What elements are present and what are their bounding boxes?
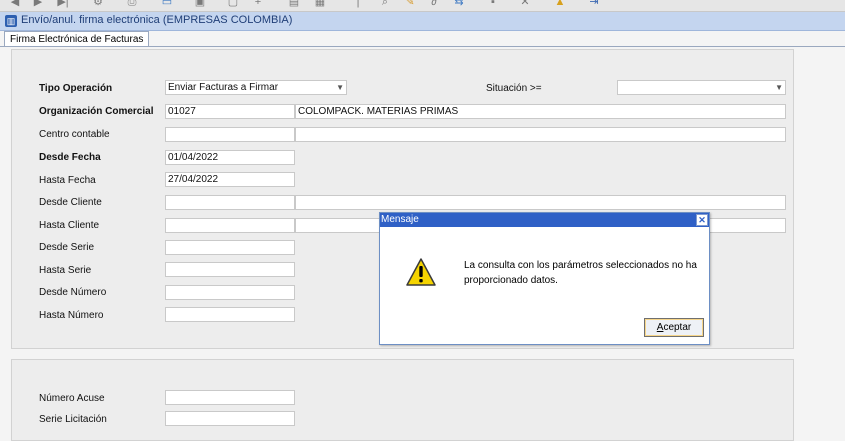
numero-acuse-label: Número Acuse	[39, 393, 105, 404]
dialog-title: Mensaje	[381, 214, 419, 225]
chevron-down-icon: ▼	[336, 83, 344, 92]
numero-acuse-input[interactable]	[165, 390, 295, 405]
desde-fecha-label: Desde Fecha	[39, 152, 101, 163]
desde-fecha-input[interactable]: 01/04/2022	[165, 150, 295, 165]
desde-numero-label: Desde Número	[39, 287, 107, 298]
hasta-fecha-label: Hasta Fecha	[39, 175, 96, 186]
hasta-numero-input[interactable]	[165, 307, 295, 322]
desde-cliente-name-input[interactable]	[295, 195, 786, 210]
lock-icon[interactable]: ▲	[553, 0, 567, 8]
hasta-numero-label: Hasta Número	[39, 310, 104, 321]
desde-serie-label: Desde Serie	[39, 242, 95, 253]
add-icon[interactable]: +	[251, 0, 265, 8]
attach-icon[interactable]: ∂	[427, 0, 441, 8]
print-icon[interactable]: ⎙	[125, 0, 139, 8]
close-icon[interactable]: ✕	[696, 214, 708, 226]
transfer-icon[interactable]: ⇆	[452, 0, 466, 8]
window-titlebar: ▥ Envío/anul. firma electrónica (EMPRESA…	[0, 12, 845, 31]
organizacion-name-input[interactable]: COLOMPACK. MATERIAS PRIMAS	[295, 104, 786, 119]
exit-icon[interactable]: ⇥	[587, 0, 601, 8]
hasta-fecha-input[interactable]: 27/04/2022	[165, 172, 295, 187]
tab-firma-electronica[interactable]: Firma Electrónica de Facturas	[4, 31, 150, 47]
situacion-label: Situación >=	[486, 83, 542, 94]
hasta-serie-input[interactable]	[165, 262, 295, 277]
acuse-panel	[11, 359, 794, 441]
tipo-operacion-select[interactable]: Enviar Facturas a Firmar ▼	[165, 80, 347, 95]
serie-licitacion-input[interactable]	[165, 411, 295, 426]
delete-icon[interactable]: ▦	[313, 0, 327, 8]
dialog-titlebar: Mensaje ✕	[380, 213, 709, 227]
desde-serie-input[interactable]	[165, 240, 295, 255]
warning-icon	[406, 258, 436, 286]
organizacion-code-input[interactable]: 01027	[165, 104, 295, 119]
window-title: Envío/anul. firma electrónica (EMPRESAS …	[21, 14, 293, 26]
accept-button[interactable]: Aceptar	[644, 318, 704, 337]
monitor-icon[interactable]: ▭	[160, 0, 174, 8]
prev-icon[interactable]: ◀	[8, 0, 22, 8]
hasta-cliente-label: Hasta Cliente	[39, 220, 100, 231]
pencil-icon[interactable]: ✎	[403, 0, 417, 8]
paste-icon[interactable]: ▢	[226, 0, 240, 8]
hasta-cliente-code-input[interactable]	[165, 218, 295, 233]
desde-cliente-label: Desde Cliente	[39, 197, 102, 208]
serie-licitacion-label: Serie Licitación	[39, 414, 107, 425]
app-icon: ▥	[5, 15, 17, 27]
centro-contable-name-input[interactable]	[295, 127, 786, 142]
dialog-message: La consulta con los parámetros seleccion…	[464, 260, 697, 286]
search-icon[interactable]: ⌕	[378, 0, 392, 8]
accept-label: ceptar	[663, 322, 692, 333]
toolbar: ◀ ▶ ▶| ⚙ ⎙ ▭ ▣ ▢ + ▤ ▦ | ⌕ ✎ ∂ ⇆ ▪ ✕ ▲ ⇥	[0, 0, 845, 12]
desde-cliente-code-input[interactable]	[165, 195, 295, 210]
copy-icon[interactable]: ▣	[193, 0, 207, 8]
settings-icon[interactable]: ⚙	[91, 0, 105, 8]
situacion-select[interactable]: ▼	[617, 80, 786, 95]
export-icon[interactable]: ▤	[287, 0, 301, 8]
centro-contable-label: Centro contable	[39, 129, 110, 140]
save-icon[interactable]: ▪	[486, 0, 500, 8]
tab-divider	[0, 46, 845, 47]
centro-contable-code-input[interactable]	[165, 127, 295, 142]
divider-icon: |	[356, 0, 360, 8]
chevron-down-icon: ▼	[775, 83, 783, 92]
cancel-icon[interactable]: ✕	[518, 0, 532, 8]
tipo-operacion-label: Tipo Operación	[39, 83, 113, 94]
next-icon[interactable]: ▶	[31, 0, 45, 8]
hasta-serie-label: Hasta Serie	[39, 265, 92, 276]
organizacion-comercial-label: Organización Comercial	[39, 106, 154, 117]
message-dialog: Mensaje ✕ La consulta con los parámetros…	[379, 212, 710, 345]
desde-numero-input[interactable]	[165, 285, 295, 300]
tipo-operacion-value: Enviar Facturas a Firmar	[168, 82, 279, 93]
last-icon[interactable]: ▶|	[56, 0, 70, 8]
